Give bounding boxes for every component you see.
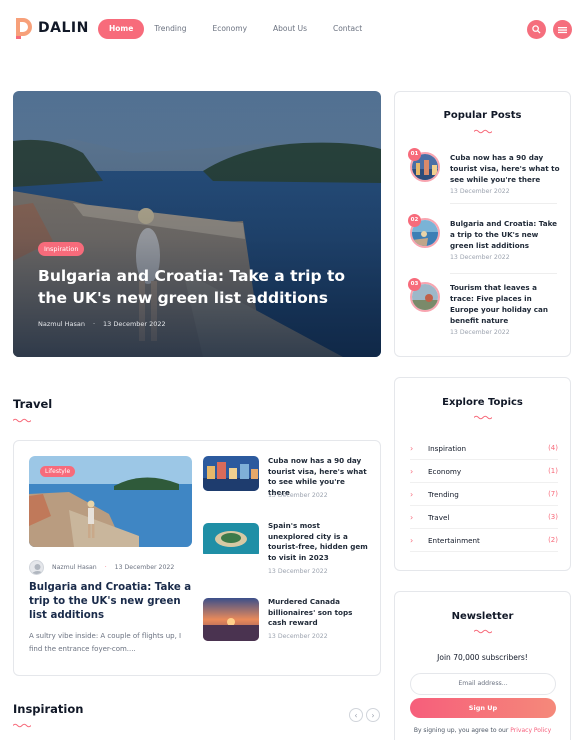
hero-meta: Nazmul Hasan · 13 December 2022 [38,320,166,328]
topic-label: Entertainment [428,535,480,545]
chevron-right-icon: › [410,535,414,545]
post-rank-badge: 03 [408,278,421,291]
nav-economy[interactable]: Economy [212,19,247,39]
logo-text: DALIN [38,20,89,36]
title-underline-icon [474,129,492,134]
topic-count: (3) [548,513,558,521]
title-underline-icon [13,418,31,423]
topic-count: (2) [548,536,558,544]
post-date: 13 December 2022 [450,329,510,336]
travel-card: Lifestyle Nazmul Hasan · 13 December 202… [13,440,381,676]
avatar [29,560,44,575]
post-rank-badge: 02 [408,214,421,227]
divider [450,203,557,204]
note-text: By signing up, you agree to our [413,727,509,734]
post-date: 13 December 2022 [268,568,328,575]
sign-up-button[interactable]: Sign Up [410,698,556,718]
post-date: 13 December 2022 [450,188,510,195]
nav-contact[interactable]: Contact [333,19,362,39]
chevron-left-icon: ‹ [354,710,358,720]
post-thumbnail [203,456,259,491]
nav-home[interactable]: Home [98,19,145,39]
nav-about-us[interactable]: About Us [273,19,307,39]
post-title[interactable]: Spain's most unexplored city is a touris… [268,521,368,563]
meta-separator: · [104,564,107,571]
travel-section-title: Travel [13,397,53,411]
privacy-policy-link[interactable]: Privacy Policy [510,727,551,734]
hero-date: 13 December 2022 [103,320,166,328]
popular-posts-title: Popular Posts [443,110,522,121]
featured-post-title[interactable]: Bulgaria and Croatia: Take a trip to the… [29,581,194,623]
topic-item-economy[interactable]: › Economy (1) [410,460,558,483]
topic-count: (7) [548,490,558,498]
search-button[interactable] [527,20,546,39]
post-meta: Nazmul Hasan · 13 December 2022 [29,560,174,575]
inspiration-section-title: Inspiration [13,702,84,716]
topic-count: (1) [548,467,558,475]
explore-topics-title: Explore Topics [442,397,523,408]
post-author[interactable]: Nazmul Hasan [52,564,97,571]
featured-travel-image[interactable]: Lifestyle [29,456,192,547]
post-date: 13 December 2022 [268,633,328,640]
menu-button[interactable] [553,20,572,39]
meta-separator: · [92,320,96,328]
newsletter-subtitle: Join 70,000 subscribers! [437,653,528,662]
post-excerpt: A sultry vibe inside: A couple of flight… [29,632,182,653]
post-rank-badge: 01 [408,148,421,161]
chevron-right-icon: › [410,489,414,499]
topic-item-trending[interactable]: › Trending (7) [410,483,558,506]
nav-trending[interactable]: Trending [154,19,186,39]
topic-count: (4) [548,444,558,452]
chevron-right-icon: › [371,710,375,720]
post-date: 13 December 2022 [268,492,328,499]
topic-item-entertainment[interactable]: › Entertainment (2) [410,529,558,552]
search-icon [532,25,541,34]
topic-item-inspiration[interactable]: › Inspiration (4) [410,437,558,460]
chevron-right-icon: › [410,512,414,522]
post-title[interactable]: Tourism that leaves a trace: Five places… [450,282,560,326]
title-underline-icon [474,415,492,420]
site-header: DALIN Home Trending Economy About Us Con… [0,0,576,60]
hero-title[interactable]: Bulgaria and Croatia: Take a trip to the… [38,265,368,309]
newsletter-title: Newsletter [451,611,514,622]
newsletter-card: Newsletter Join 70,000 subscribers! Emai… [394,591,571,740]
topic-label: Inspiration [428,443,467,453]
title-underline-icon [13,723,31,728]
prev-slide-button[interactable]: ‹ [349,708,363,722]
site-logo[interactable]: DALIN [14,16,89,40]
chevron-right-icon: › [410,443,414,453]
logo-mark-icon [16,18,32,39]
topic-label: Travel [428,512,450,522]
post-title[interactable]: Bulgaria and Croatia: Take a trip to the… [450,218,560,251]
menu-icon [558,26,567,33]
next-slide-button[interactable]: › [366,708,380,722]
chevron-right-icon: › [410,466,414,476]
hero-author[interactable]: Nazmul Hasan [38,320,85,328]
post-thumbnail [203,523,259,558]
explore-topics-card: Explore Topics › Inspiration (4) › Economy (… [394,377,571,571]
topic-label: Trending [428,489,459,499]
main-nav: Home Trending Economy About Us Contact [98,19,388,39]
post-date: 13 December 2022 [114,564,175,571]
topic-item-travel[interactable]: › Travel (3) [410,506,558,529]
hero-post[interactable]: Inspiration Bulgaria and Croatia: Take a… [13,91,381,357]
newsletter-note: By signing up, you agree to our Privacy … [395,727,570,734]
post-date: 13 December 2022 [450,254,510,261]
post-title[interactable]: Cuba now has a 90 day tourist visa, here… [450,152,560,185]
popular-posts-card: Popular Posts 01 Cuba now has a 90 day t… [394,91,571,357]
email-field[interactable]: Email address... [410,673,556,695]
title-underline-icon [474,629,492,634]
hero-category-badge[interactable]: Inspiration [38,242,85,256]
category-badge[interactable]: Lifestyle [40,466,76,477]
post-thumbnail [203,598,259,641]
post-title[interactable]: Murdered Canada billionaires' son tops c… [268,597,368,629]
hero-image [13,91,381,357]
divider [450,273,557,274]
topic-label: Economy [428,466,462,476]
